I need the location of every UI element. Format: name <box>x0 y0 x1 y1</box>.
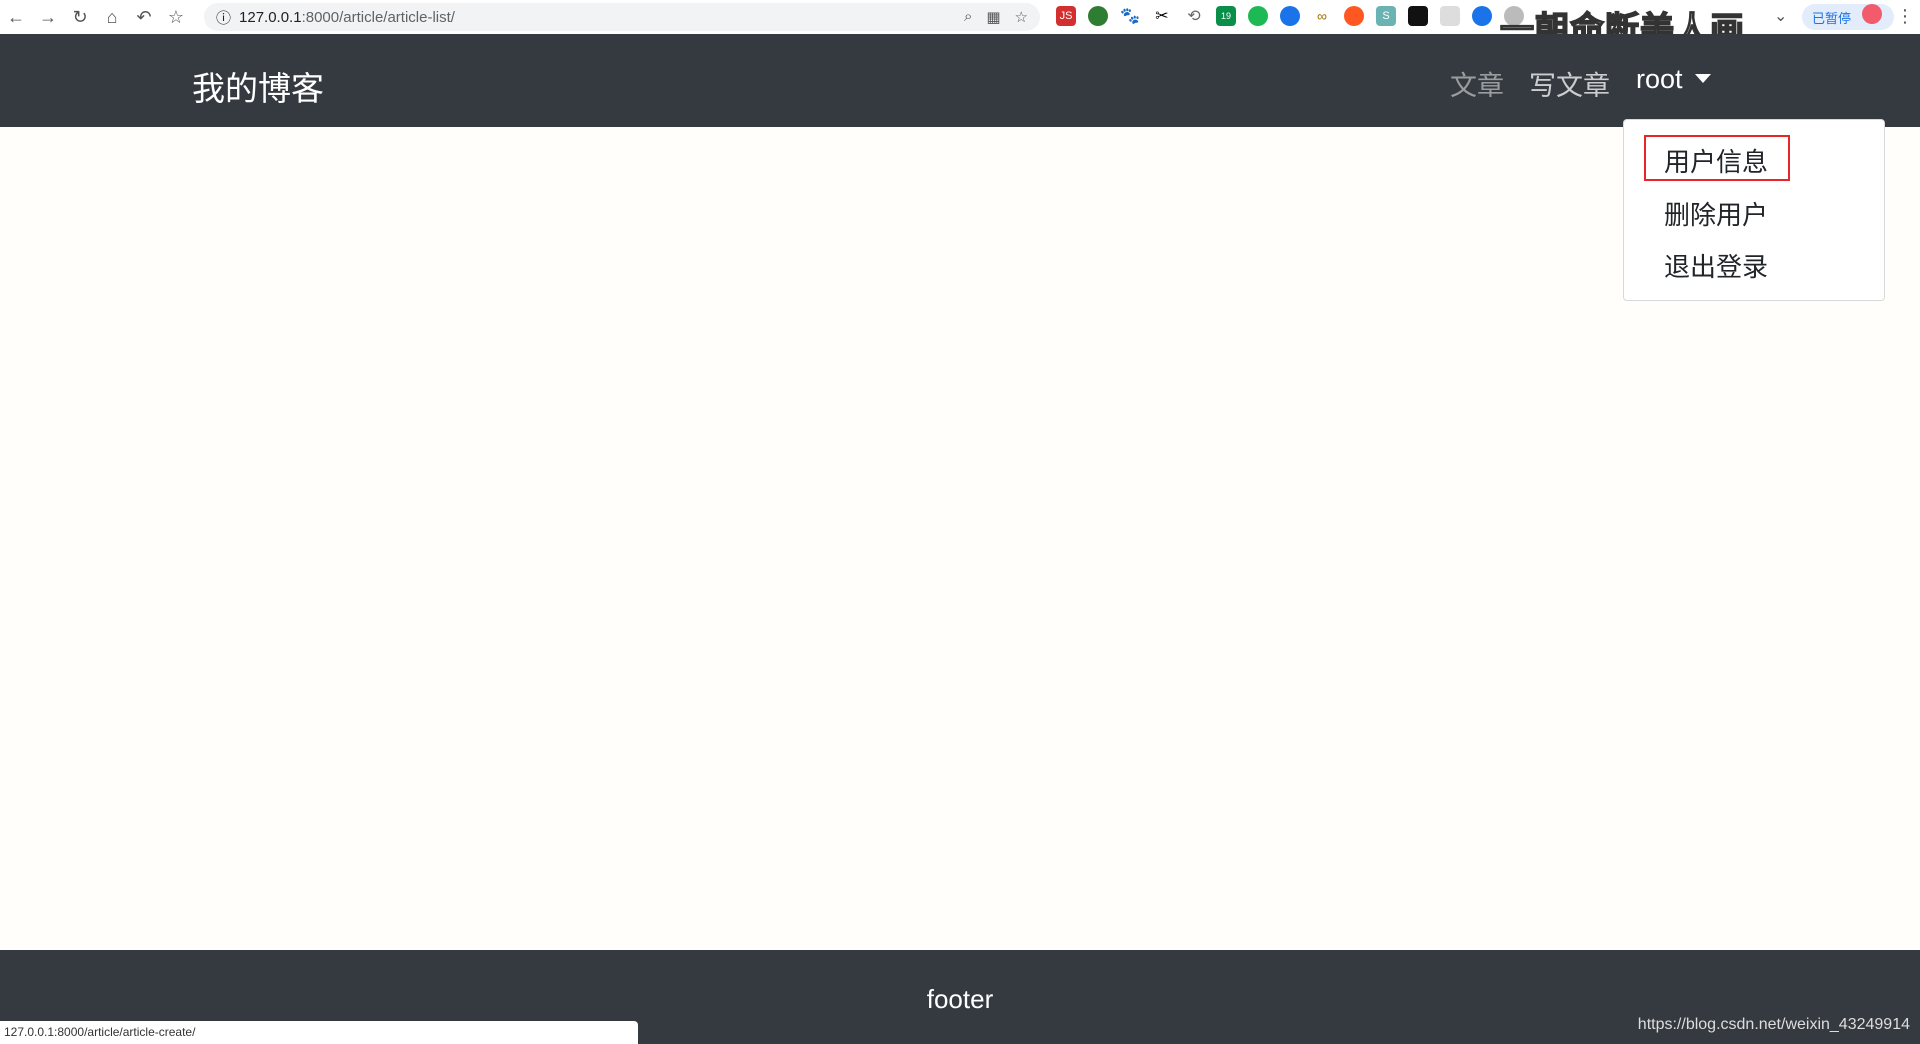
user-dropdown-menu: 用户信息 删除用户 退出登录 <box>1623 119 1885 301</box>
screen-extension-icon[interactable] <box>1280 6 1300 26</box>
history-extension-icon[interactable]: ⟲ <box>1184 6 1204 26</box>
status-bar-url: 127.0.0.1:8000/article/article-create/ <box>0 1021 638 1044</box>
undo-icon[interactable]: ↶ <box>128 7 160 28</box>
caret-down-icon <box>1694 74 1711 83</box>
url-path: :8000/article/article-list/ <box>301 8 455 26</box>
paw-extension-icon[interactable]: 🐾 <box>1120 6 1140 26</box>
username: root <box>1636 64 1683 94</box>
dropdown-user-info[interactable]: 用户信息 <box>1664 142 1768 179</box>
infinity-extension-icon[interactable] <box>1344 6 1364 26</box>
gear-extension-icon[interactable]: 19 <box>1216 6 1236 26</box>
js-extension-icon[interactable]: JS <box>1056 6 1076 26</box>
footer-text: footer <box>926 984 994 1014</box>
dropdown-logout[interactable]: 退出登录 <box>1664 247 1768 284</box>
blue-extension-icon[interactable] <box>1472 6 1492 26</box>
kebab-menu-icon[interactable]: ⋮ <box>1896 6 1914 27</box>
home-icon[interactable]: ⌂ <box>96 7 128 28</box>
pdf-extension-icon[interactable] <box>1440 6 1460 26</box>
browser-toolbar: ← → ↻ ⌂ ↶ ☆ ⓘ 127.0.0.1:8000/article/art… <box>0 0 1920 50</box>
back-icon[interactable]: ← <box>0 7 32 28</box>
nav-articles[interactable]: 文章 <box>1450 64 1504 103</box>
forward-icon[interactable]: → <box>32 7 64 28</box>
star-icon[interactable]: ☆ <box>1015 8 1028 26</box>
user-dropdown-toggle[interactable]: root <box>1636 64 1711 95</box>
glasses-extension-icon[interactable]: ∞ <box>1312 6 1332 26</box>
scissors-extension-icon[interactable]: ✂ <box>1152 6 1172 26</box>
brand-link[interactable]: 我的博客 <box>192 62 324 110</box>
nav-write-article[interactable]: 写文章 <box>1529 64 1610 103</box>
watermark-credit: https://blog.csdn.net/weixin_43249914 <box>1637 1016 1910 1033</box>
globe-extension-icon[interactable] <box>1088 6 1108 26</box>
address-bar[interactable]: ⓘ 127.0.0.1:8000/article/article-list/ ⌕… <box>204 3 1040 31</box>
url-host: 127.0.0.1 <box>239 8 302 26</box>
chevron-down-icon[interactable]: ⌄ <box>1774 6 1787 26</box>
dark-extension-icon[interactable] <box>1408 6 1428 26</box>
audio-extension-icon[interactable] <box>1248 6 1268 26</box>
reload-icon[interactable]: ↻ <box>64 7 96 28</box>
paused-label: 已暂停 <box>1812 10 1852 26</box>
s-extension-icon[interactable]: S <box>1376 6 1396 26</box>
avatar[interactable] <box>1862 4 1882 24</box>
qr-code-icon[interactable]: ▦ <box>986 8 1000 26</box>
navbar: 我的博客 文章 写文章 root <box>0 34 1920 127</box>
extensions: JS 🐾 ✂ ⟲ 19 ∞ S <box>1056 6 1524 26</box>
dropdown-delete-user[interactable]: 删除用户 <box>1664 195 1768 232</box>
bookmark-star-icon[interactable]: ☆ <box>160 7 192 28</box>
info-icon[interactable]: ⓘ <box>216 7 231 28</box>
zoom-icon[interactable]: ⌕ <box>964 8 972 26</box>
